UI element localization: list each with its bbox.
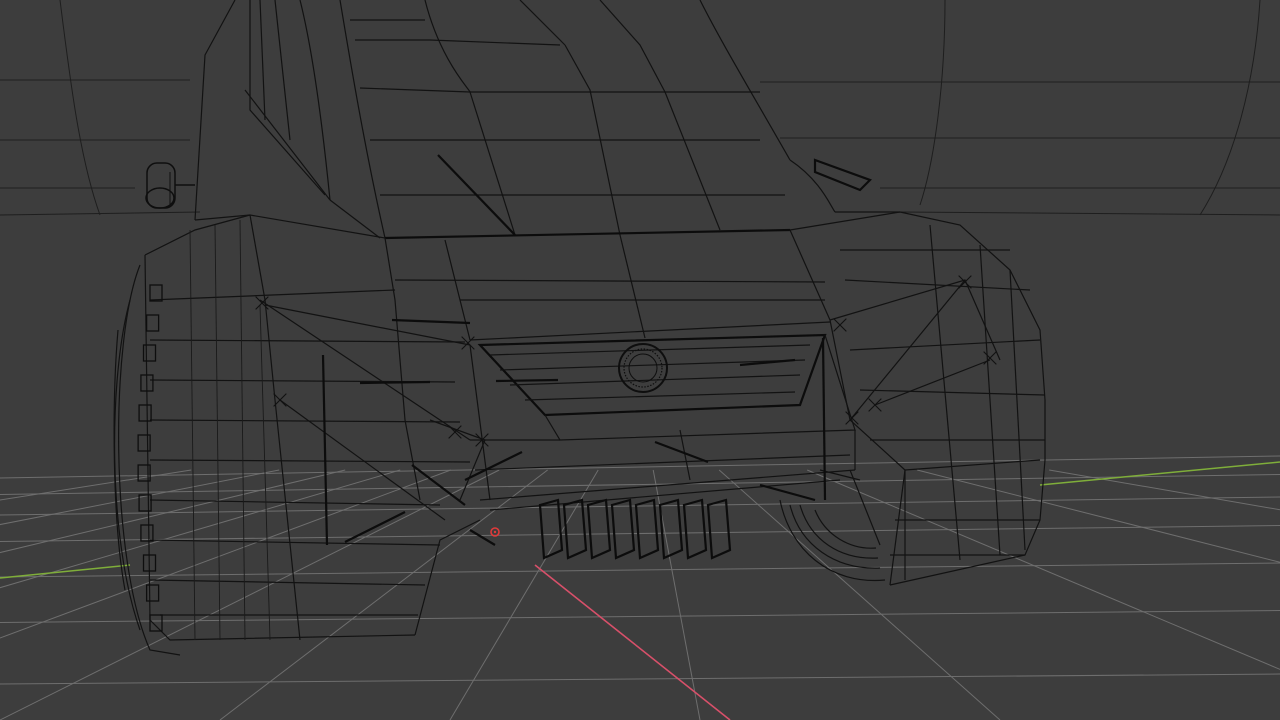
- pole-vertices: [255, 275, 997, 447]
- skid-tooth: [586, 498, 612, 560]
- x-axis-line: [534, 564, 731, 720]
- pole-vertex: [255, 296, 269, 310]
- grid-line: [718, 469, 1001, 720]
- grid-line: [917, 469, 1280, 563]
- tire-tread: [149, 284, 163, 302]
- tire-tread: [145, 584, 160, 602]
- grid-line: [0, 496, 1280, 516]
- background-shell: [0, 0, 1280, 216]
- left-mirror[interactable]: [146, 162, 176, 209]
- grid-line: [0, 610, 1280, 623]
- grid-line: [0, 474, 1280, 495]
- lower-skid-plate[interactable]: [538, 498, 732, 560]
- skid-tooth: [610, 498, 636, 560]
- vehicle-body[interactable]: [113, 0, 1046, 656]
- emblem[interactable]: [618, 343, 668, 393]
- y-axis-line-right: [1039, 461, 1280, 486]
- grid-line: [1049, 469, 1280, 511]
- tire-tread: [149, 614, 163, 632]
- tire-tread: [145, 314, 160, 332]
- pole-vertex: [461, 336, 475, 350]
- skid-tooth: [634, 498, 660, 560]
- tire-tread: [137, 434, 151, 452]
- grid-line: [0, 525, 1280, 542]
- 3d-viewport[interactable]: [0, 0, 1280, 720]
- grid-line: [0, 673, 1280, 685]
- object-origin[interactable]: [490, 527, 500, 537]
- pole-vertex: [868, 398, 882, 412]
- right-mirror[interactable]: [813, 158, 872, 192]
- pole-vertex: [983, 351, 997, 365]
- tire-tread: [138, 404, 152, 422]
- skid-tooth: [682, 498, 708, 560]
- pole-vertex: [448, 425, 462, 439]
- skid-tooth: [658, 498, 684, 560]
- grid-line: [0, 455, 1280, 479]
- grid-line: [807, 469, 1280, 670]
- wireframe-scene[interactable]: [0, 0, 1280, 720]
- tire-tread: [140, 524, 154, 542]
- pole-vertex: [833, 318, 847, 332]
- floor-grid: [0, 455, 1280, 720]
- grid-line: [0, 562, 1280, 578]
- tire-tread: [142, 344, 157, 362]
- skid-tooth: [706, 498, 732, 560]
